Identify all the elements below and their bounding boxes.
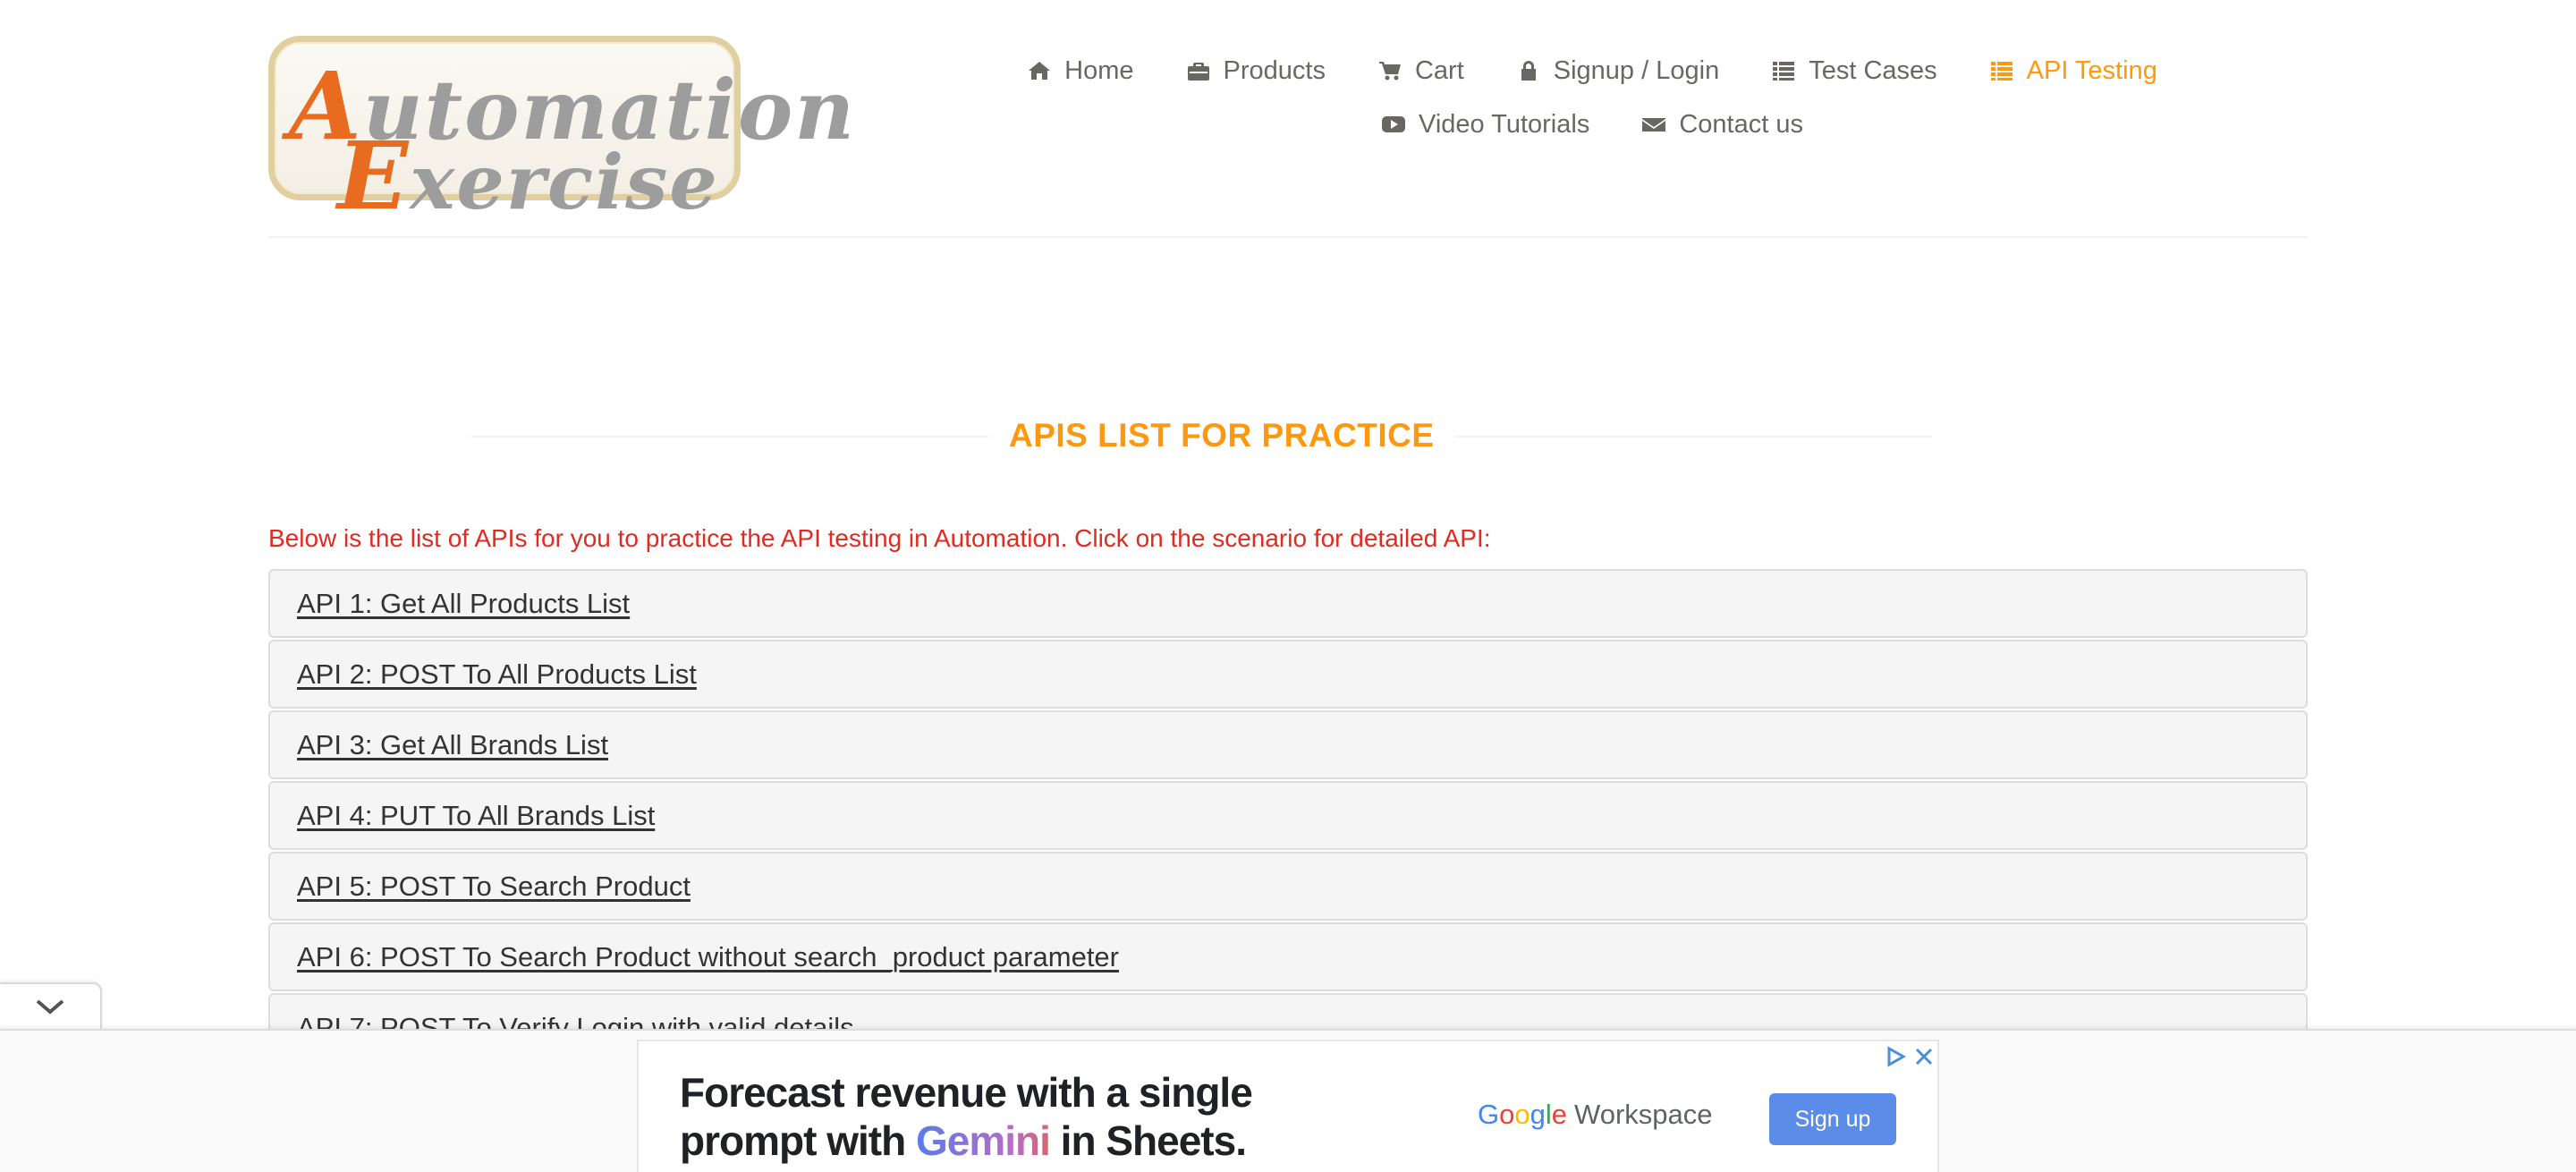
api-link-5[interactable]: API 5: POST To Search Product xyxy=(297,871,691,903)
nav-video-tutorials-label: Video Tutorials xyxy=(1419,109,1590,139)
main-nav: Home Products Cart Signup / Login Test C… xyxy=(966,50,2218,145)
api-link-4[interactable]: API 4: PUT To All Brands List xyxy=(297,800,655,832)
site-logo[interactable]: Automation Exercise xyxy=(268,36,854,231)
logo-text-line2: xercise xyxy=(410,138,719,226)
ad-gemini-word: Gemini xyxy=(915,1117,1051,1164)
api-list-item[interactable]: API 4: PUT To All Brands List xyxy=(268,781,2308,850)
api-list-item[interactable]: API 1: Get All Products List xyxy=(268,569,2308,638)
api-list: API 1: Get All Products List API 2: POST… xyxy=(268,569,2308,1030)
youtube-icon xyxy=(1381,112,1406,137)
briefcase-icon xyxy=(1186,58,1211,83)
nav-signup-login-label: Signup / Login xyxy=(1553,55,1720,85)
nav-cart[interactable]: Cart xyxy=(1377,56,1464,86)
api-list-item[interactable]: API 6: POST To Search Product without se… xyxy=(268,922,2308,991)
google-workspace-logo: Google Workspace xyxy=(1478,1099,1713,1130)
nav-api-testing[interactable]: API Testing xyxy=(1989,56,2157,86)
nav-home-label: Home xyxy=(1064,55,1134,85)
nav-test-cases[interactable]: Test Cases xyxy=(1771,55,1937,86)
envelope-icon xyxy=(1641,112,1666,137)
ad-collapse-button[interactable] xyxy=(0,982,102,1029)
nav-video-tutorials[interactable]: Video Tutorials xyxy=(1381,110,1589,140)
logo-initial-e: E xyxy=(337,121,411,231)
api-list-item[interactable]: API 7: POST To Verify Login with valid d… xyxy=(268,993,2308,1030)
nav-cart-label: Cart xyxy=(1414,55,1464,85)
nav-home[interactable]: Home xyxy=(1027,55,1134,86)
list-icon xyxy=(1989,58,2014,83)
nav-signup-login[interactable]: Signup / Login xyxy=(1516,56,1719,86)
nav-test-cases-label: Test Cases xyxy=(1809,55,1937,85)
nav-products-label: Products xyxy=(1223,55,1326,85)
ad-banner[interactable]: Forecast revenue with a single prompt wi… xyxy=(637,1040,1939,1172)
cart-icon xyxy=(1377,58,1402,83)
api-list-item[interactable]: API 3: Get All Brands List xyxy=(268,710,2308,779)
chevron-down-icon xyxy=(36,999,64,1015)
nav-contact-us[interactable]: Contact us xyxy=(1641,110,1803,140)
list-icon xyxy=(1771,58,1796,83)
api-link-2[interactable]: API 2: POST To All Products List xyxy=(297,658,697,691)
close-icon[interactable] xyxy=(1912,1045,1936,1068)
header-divider xyxy=(268,236,2308,238)
api-link-7[interactable]: API 7: POST To Verify Login with valid d… xyxy=(297,1012,854,1031)
ad-headline: Forecast revenue with a single prompt wi… xyxy=(680,1068,1253,1165)
api-list-item[interactable]: API 5: POST To Search Product xyxy=(268,852,2308,921)
page-title: APIS LIST FOR PRACTICE xyxy=(989,417,1454,454)
ad-brand-product: Workspace xyxy=(1574,1099,1713,1130)
nav-row-primary: Home Products Cart Signup / Login Test C… xyxy=(966,50,2218,91)
nav-contact-us-label: Contact us xyxy=(1679,109,1803,139)
nav-api-testing-label: API Testing xyxy=(2026,55,2157,85)
nav-row-secondary: Video Tutorials Contact us xyxy=(966,104,2218,145)
ad-headline-line1: Forecast revenue with a single xyxy=(680,1069,1253,1116)
adchoices-icon[interactable] xyxy=(1884,1045,1907,1068)
nav-products[interactable]: Products xyxy=(1186,56,1326,86)
site-header: Automation Exercise Home Products Cart S… xyxy=(0,0,2576,238)
home-icon xyxy=(1027,58,1052,83)
api-link-3[interactable]: API 3: Get All Brands List xyxy=(297,729,608,761)
api-link-1[interactable]: API 1: Get All Products List xyxy=(297,588,630,620)
api-list-item[interactable]: API 2: POST To All Products List xyxy=(268,640,2308,709)
intro-text: Below is the list of APIs for you to pra… xyxy=(268,524,1491,552)
ad-banner-bar: Forecast revenue with a single prompt wi… xyxy=(0,1029,2576,1172)
api-link-6[interactable]: API 6: POST To Search Product without se… xyxy=(297,941,1119,973)
ad-headline-line2: prompt with Gemini in Sheets. xyxy=(680,1117,1247,1164)
ad-signup-button[interactable]: Sign up xyxy=(1769,1093,1896,1145)
lock-icon xyxy=(1516,58,1541,83)
section-title: APIS LIST FOR PRACTICE xyxy=(470,413,1932,458)
